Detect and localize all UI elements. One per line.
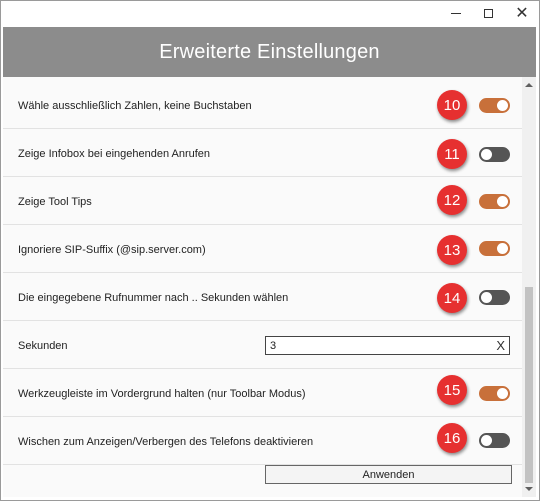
setting-label: Werkzeugleiste im Vordergrund halten (nu…	[18, 387, 306, 400]
minimize-icon	[451, 12, 461, 14]
step-badge: 12	[437, 185, 467, 215]
setting-row-tooltips: Zeige Tool Tips 12	[3, 178, 522, 225]
close-button[interactable]: ✕	[506, 1, 538, 25]
step-badge: 15	[437, 375, 467, 405]
toggle-knob	[497, 243, 508, 254]
toggle-knob	[497, 196, 508, 207]
swipe-toggle[interactable]	[479, 433, 510, 448]
setting-row-sip-suffix: Ignoriere SIP-Suffix (@sip.server.com) 1…	[3, 226, 522, 273]
header-bar: Erweiterte Einstellungen	[3, 27, 536, 77]
setting-row-infobox: Zeige Infobox bei eingehenden Anrufen 11	[3, 130, 522, 177]
toggle-knob	[481, 292, 492, 303]
step-badge: 13	[437, 235, 467, 265]
settings-list: Wähle ausschließlich Zahlen, keine Buchs…	[3, 77, 522, 497]
setting-label: Ignoriere SIP-Suffix (@sip.server.com)	[18, 243, 206, 256]
tooltips-toggle[interactable]	[479, 194, 510, 209]
title-bar: ✕	[1, 1, 539, 27]
vertical-scrollbar[interactable]	[522, 77, 536, 497]
settings-window: ✕ Erweiterte Einstellungen Wähle ausschl…	[0, 0, 540, 501]
clear-icon[interactable]: X	[496, 338, 505, 353]
seconds-label: Sekunden	[18, 339, 68, 352]
numbers-only-toggle[interactable]	[479, 98, 510, 113]
scrollbar-thumb[interactable]	[525, 287, 533, 483]
step-badge: 10	[437, 90, 467, 120]
arrow-up-icon	[525, 83, 533, 87]
setting-row-auto-dial: Die eingegebene Rufnummer nach .. Sekund…	[3, 274, 522, 321]
maximize-button[interactable]	[472, 1, 504, 25]
setting-label: Zeige Tool Tips	[18, 195, 92, 208]
arrow-down-icon	[525, 487, 533, 491]
toggle-knob	[481, 435, 492, 446]
seconds-input[interactable]: 3 X	[265, 336, 510, 355]
minimize-button[interactable]	[440, 1, 472, 25]
setting-label: Zeige Infobox bei eingehenden Anrufen	[18, 147, 211, 160]
setting-row-numbers-only: Wähle ausschließlich Zahlen, keine Buchs…	[3, 82, 522, 129]
setting-label: Die eingegebene Rufnummer nach .. Sekund…	[18, 291, 289, 304]
toggle-knob	[481, 149, 492, 160]
toggle-knob	[497, 388, 508, 399]
page-title: Erweiterte Einstellungen	[159, 40, 380, 63]
step-badge: 11	[437, 139, 467, 169]
infobox-toggle[interactable]	[479, 147, 510, 162]
auto-dial-toggle[interactable]	[479, 290, 510, 305]
step-badge: 14	[437, 283, 467, 313]
setting-row-toolbar-foreground: Werkzeugleiste im Vordergrund halten (nu…	[3, 370, 522, 417]
scroll-down-button[interactable]	[522, 483, 536, 495]
sip-suffix-toggle[interactable]	[479, 241, 510, 256]
maximize-icon	[483, 8, 493, 18]
toggle-knob	[497, 100, 508, 111]
scroll-up-button[interactable]	[522, 79, 536, 91]
setting-label: Wischen zum Anzeigen/Verbergen des Telef…	[18, 435, 314, 448]
setting-label: Wähle ausschließlich Zahlen, keine Buchs…	[18, 99, 252, 112]
toolbar-foreground-toggle[interactable]	[479, 386, 510, 401]
apply-button[interactable]: Anwenden	[265, 465, 512, 484]
close-icon: ✕	[515, 3, 529, 22]
setting-row-swipe: Wischen zum Anzeigen/Verbergen des Telef…	[3, 418, 522, 465]
step-badge: 16	[437, 423, 467, 453]
seconds-value: 3	[270, 339, 277, 352]
